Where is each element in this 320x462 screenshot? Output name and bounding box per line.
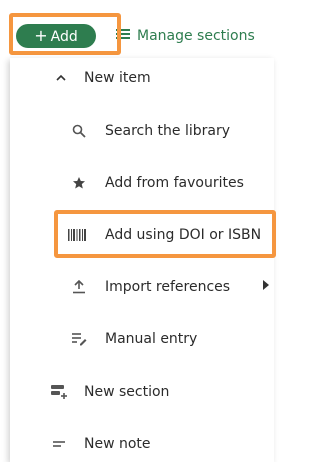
menu-item-label: Add from favourites [105,175,244,191]
menu-item-label: Manual entry [105,331,198,347]
menu-item-label: New note [84,436,151,452]
caret-right-icon[interactable] [263,280,269,290]
chevron-up-icon [52,66,70,90]
menu-item-new-note[interactable]: New note [50,432,250,456]
menu-item-label: New section [84,384,170,400]
menu-item-favourites[interactable]: Add from favourites [70,171,260,195]
menu-item-manual-entry[interactable]: Manual entry [70,327,260,351]
star-icon [70,171,88,195]
add-highlight-box [9,13,121,55]
add-dropdown-menu: New item Search the library Add from fav… [10,58,274,462]
menu-item-search-library[interactable]: Search the library [70,119,260,143]
menu-item-import-references[interactable]: Import references [70,275,270,299]
manage-sections-button[interactable]: Manage sections [116,26,255,46]
menu-item-new-section[interactable]: New section [50,380,250,404]
doi-highlight-box [54,210,276,258]
menu-group-new-item[interactable]: New item [52,66,252,90]
menu-item-label: Import references [105,279,231,295]
menu-item-label: Search the library [105,123,231,139]
menu-group-label: New item [84,70,151,86]
search-icon [70,119,88,143]
note-icon [50,432,68,456]
add-section-icon [50,380,68,404]
edit-list-icon [70,327,88,351]
toolbar: + Add Manage sections [0,0,274,58]
upload-icon [70,275,88,299]
manage-sections-label: Manage sections [137,28,255,44]
